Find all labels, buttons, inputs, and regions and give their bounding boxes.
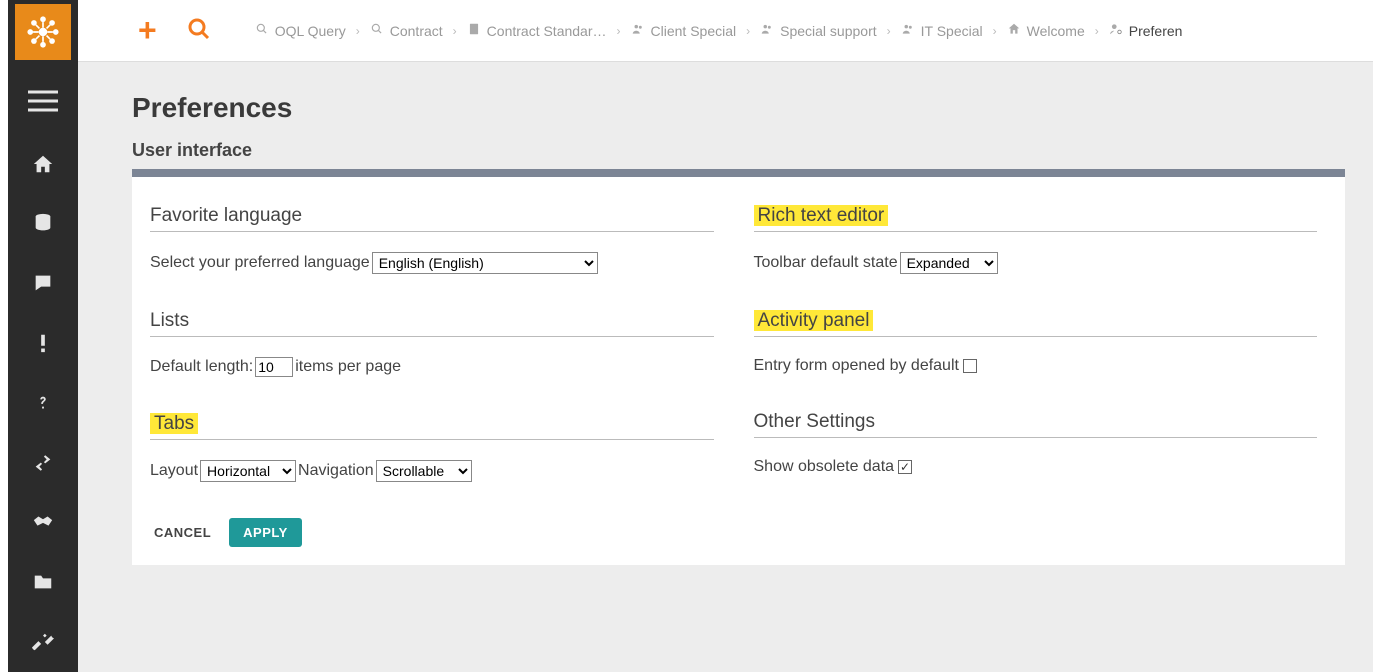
navigation-label: Navigation [298, 462, 374, 480]
language-select[interactable]: English (English) [372, 252, 598, 274]
layout-select[interactable]: Horizontal [200, 460, 296, 482]
doc-icon [467, 22, 481, 39]
section-lists: Lists Default length: items per page [150, 310, 714, 377]
default-length-input[interactable] [255, 357, 293, 377]
page-title: Preferences [132, 92, 1345, 124]
search-icon [255, 22, 269, 39]
breadcrumb-item[interactable]: IT Special [897, 20, 987, 41]
add-button[interactable]: + [138, 12, 157, 49]
section-title: Favorite language [150, 205, 714, 232]
handshake-icon[interactable] [8, 493, 78, 553]
section-title: Other Settings [754, 411, 1318, 438]
section-activity-panel: Activity panel Entry form opened by defa… [754, 310, 1318, 375]
topbar: + OQL Query › Contract › Contract Standa… [78, 0, 1373, 62]
main-content: Preferences User interface Favorite lang… [78, 62, 1373, 672]
navigation-select[interactable]: Scrollable [376, 460, 472, 482]
team-icon [760, 22, 774, 39]
team-icon [631, 22, 645, 39]
breadcrumb-item[interactable]: Client Special [627, 20, 741, 41]
form-actions: CANCEL APPLY [150, 518, 714, 547]
breadcrumb: OQL Query › Contract › Contract Standar…… [251, 20, 1187, 41]
obsolete-data-checkbox[interactable] [898, 460, 912, 474]
folder-icon[interactable] [8, 552, 78, 612]
menu-toggle-icon[interactable] [28, 90, 58, 116]
entry-form-checkbox[interactable] [963, 359, 977, 373]
alert-icon[interactable] [8, 313, 78, 373]
apply-button[interactable]: APPLY [229, 518, 302, 547]
entry-form-label: Entry form opened by default [754, 357, 959, 375]
toolbar-state-select[interactable]: Expanded [900, 252, 998, 274]
breadcrumb-item[interactable]: Contract [366, 20, 447, 41]
section-tabs: Tabs Layout Horizontal Navigation Scroll… [150, 413, 714, 482]
transfer-icon[interactable] [8, 433, 78, 493]
search-icon [370, 22, 384, 39]
sidebar [8, 0, 78, 672]
breadcrumb-item[interactable]: OQL Query [251, 20, 350, 41]
tools-icon[interactable] [8, 612, 78, 672]
cancel-button[interactable]: CANCEL [150, 519, 215, 546]
breadcrumb-item[interactable]: Special support [756, 20, 881, 41]
page-subtitle: User interface [132, 140, 1345, 161]
section-favorite-language: Favorite language Select your preferred … [150, 205, 714, 274]
app-logo[interactable] [15, 4, 71, 60]
section-title: Tabs [150, 413, 714, 440]
divider-bar [132, 169, 1345, 177]
section-title: Lists [150, 310, 714, 337]
team-icon [901, 22, 915, 39]
home-icon [1007, 22, 1021, 39]
search-button[interactable] [187, 17, 211, 45]
toolbar-state-label: Toolbar default state [754, 254, 898, 272]
breadcrumb-item-current[interactable]: Preferen [1105, 20, 1187, 41]
chat-icon[interactable] [8, 253, 78, 313]
breadcrumb-item[interactable]: Contract Standar… [463, 20, 611, 41]
layout-label: Layout [150, 462, 198, 480]
section-other-settings: Other Settings Show obsolete data [754, 411, 1318, 476]
language-label: Select your preferred language [150, 254, 370, 272]
database-icon[interactable] [8, 194, 78, 254]
settings-panel: Favorite language Select your preferred … [132, 177, 1345, 565]
section-title: Activity panel [754, 310, 1318, 337]
section-rich-text: Rich text editor Toolbar default state E… [754, 205, 1318, 274]
user-gear-icon [1109, 22, 1123, 39]
breadcrumb-item[interactable]: Welcome [1003, 20, 1089, 41]
home-icon[interactable] [8, 134, 78, 194]
items-per-page-label: items per page [295, 358, 401, 376]
obsolete-data-label: Show obsolete data [754, 458, 895, 476]
help-icon[interactable] [8, 373, 78, 433]
section-title: Rich text editor [754, 205, 1318, 232]
default-length-label: Default length: [150, 358, 253, 376]
